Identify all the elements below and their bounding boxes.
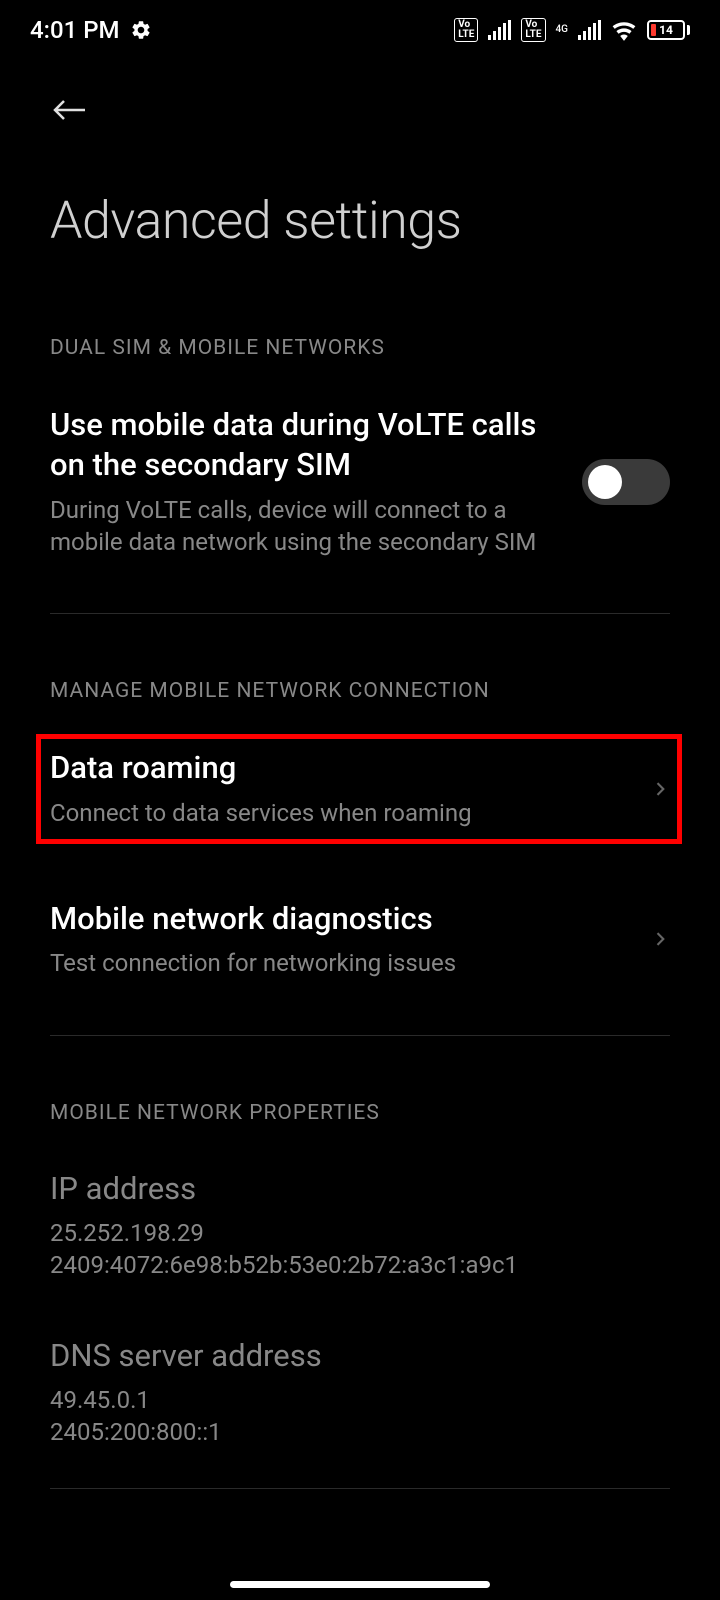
page-title: Advanced settings xyxy=(50,190,670,251)
battery-icon: 14 xyxy=(647,18,690,42)
chevron-right-icon xyxy=(650,779,670,799)
back-button[interactable] xyxy=(50,90,90,130)
status-right: VoLTE VoLTE 4G 14 xyxy=(454,18,690,42)
info-dns-server: DNS server address 49.45.0.1 2405:200:80… xyxy=(50,1302,670,1469)
info-dns-title: DNS server address xyxy=(50,1337,670,1374)
setting-diagnostics-title: Mobile network diagnostics xyxy=(50,899,630,939)
volte-badge-2: VoLTE xyxy=(521,18,545,42)
setting-data-roaming-title: Data roaming xyxy=(50,748,630,788)
volte-badge-1: VoLTE xyxy=(454,18,478,42)
chevron-right-icon xyxy=(650,929,670,949)
content: DUAL SIM & MOBILE NETWORKS Use mobile da… xyxy=(0,336,720,1489)
signal-bars-2 xyxy=(578,20,601,40)
info-ip-value2: 2409:4072:6e98:b52b:53e0:2b72:a3c1:a9c1 xyxy=(50,1249,670,1281)
section-header-network-properties: MOBILE NETWORK PROPERTIES xyxy=(50,1101,670,1125)
info-ip-title: IP address xyxy=(50,1170,670,1207)
battery-level-text: 14 xyxy=(659,23,673,37)
setting-volte-subtitle: During VoLTE calls, device will connect … xyxy=(50,494,562,559)
network-type: 4G xyxy=(556,18,569,42)
setting-diagnostics[interactable]: Mobile network diagnostics Test connecti… xyxy=(50,864,670,1015)
status-time: 4:01 PM xyxy=(30,16,120,44)
setting-diagnostics-subtitle: Test connection for networking issues xyxy=(50,947,630,979)
header: Advanced settings xyxy=(0,60,720,271)
info-ip-value1: 25.252.198.29 xyxy=(50,1217,670,1249)
toggle-volte-data[interactable] xyxy=(582,459,670,505)
setting-volte-title: Use mobile data during VoLTE calls on th… xyxy=(50,405,562,486)
section-header-manage-connection: MANAGE MOBILE NETWORK CONNECTION xyxy=(50,679,670,703)
setting-volte-data[interactable]: Use mobile data during VoLTE calls on th… xyxy=(50,370,670,593)
divider xyxy=(50,1488,670,1489)
status-left: 4:01 PM xyxy=(30,16,152,44)
info-dns-value2: 2405:200:800::1 xyxy=(50,1416,670,1448)
status-bar: 4:01 PM VoLTE VoLTE 4G 14 xyxy=(0,0,720,60)
divider xyxy=(50,613,670,614)
wifi-icon xyxy=(611,18,637,42)
divider xyxy=(50,1035,670,1036)
info-dns-value1: 49.45.0.1 xyxy=(50,1384,670,1416)
gear-icon xyxy=(130,19,152,41)
signal-bars-1 xyxy=(488,20,511,40)
setting-data-roaming[interactable]: Data roaming Connect to data services wh… xyxy=(50,713,670,864)
setting-data-roaming-subtitle: Connect to data services when roaming xyxy=(50,797,630,829)
nav-indicator[interactable] xyxy=(230,1581,490,1588)
info-ip-address: IP address 25.252.198.29 2409:4072:6e98:… xyxy=(50,1135,670,1302)
section-header-dual-sim: DUAL SIM & MOBILE NETWORKS xyxy=(50,336,670,360)
